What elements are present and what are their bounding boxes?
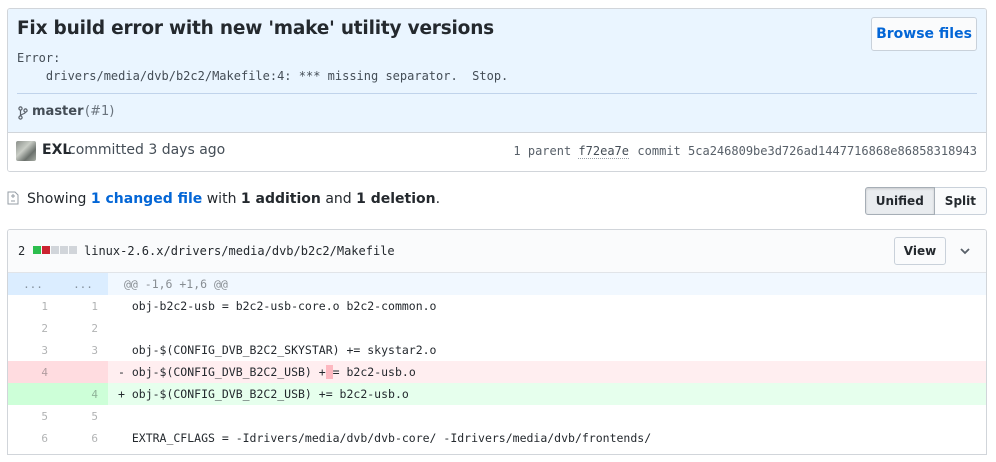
summary-and: and <box>325 191 352 207</box>
diffstat-block <box>69 246 77 254</box>
old-line-number[interactable]: 2 <box>8 317 58 339</box>
new-line-number <box>58 361 108 383</box>
diff-line: 6 6 EXTRA_CFLAGS = -Idrivers/media/dvb/d… <box>8 427 986 449</box>
code-segment: = b2c2-usb.o <box>332 365 416 379</box>
line-code <box>108 317 986 339</box>
line-code: obj-b2c2-usb = b2c2-usb-core.o b2c2-comm… <box>118 299 437 313</box>
diff-line: 3 3 obj-$(CONFIG_DVB_B2C2_SKYSTAR) += sk… <box>8 339 986 361</box>
chevron-down-icon[interactable] <box>956 242 974 260</box>
diffstat-block <box>33 246 41 254</box>
summary-showing: Showing <box>27 191 87 207</box>
changed-files-link[interactable]: 1 changed file <box>91 191 202 207</box>
old-line-number[interactable]: 5 <box>8 405 58 427</box>
diff-view-toggle: Unified Split <box>864 187 987 215</box>
line-code: obj-$(CONFIG_DVB_B2C2_SKYSTAR) += skysta… <box>118 343 437 357</box>
parent-info: 1 parent f72ea7e <box>513 144 629 159</box>
diff-table: ... ... @@ -1,6 +1,6 @@ 1 1 obj-b2c2-usb… <box>8 273 986 449</box>
commit-date: committed 3 days ago <box>68 142 226 158</box>
commit-sha-value: 5ca246809be3d726ad1447716868e86858318943 <box>688 144 977 158</box>
old-line-number <box>8 383 58 405</box>
additions-count: 1 addition <box>240 191 321 207</box>
new-line-number[interactable]: 2 <box>58 317 108 339</box>
file-diff-icon <box>7 191 19 205</box>
summary-text: Showing 1 changed file with 1 addition a… <box>27 191 440 207</box>
diffstat-block <box>42 246 50 254</box>
hunk-header: @@ -1,6 +1,6 @@ <box>108 273 986 295</box>
line-code: - obj-$(CONFIG_DVB_B2C2_USB) + = b2c2-us… <box>108 361 986 383</box>
split-view-button[interactable]: Split <box>934 187 987 215</box>
parent-label: 1 parent <box>513 144 572 158</box>
new-line-number[interactable]: 3 <box>58 339 108 361</box>
commit-label: commit <box>637 144 681 158</box>
line-code <box>108 405 986 427</box>
file-path[interactable]: linux-2.6.x/drivers/media/dvb/b2c2/Makef… <box>84 244 395 258</box>
old-line-number[interactable]: 3 <box>8 339 58 361</box>
diff-line: 2 2 <box>8 317 986 339</box>
branch-row: master (#1) <box>17 93 977 133</box>
new-line-number[interactable]: 4 <box>58 383 108 405</box>
commit-header: Fix build error with new 'make' utility … <box>7 8 987 172</box>
browse-files-button[interactable]: Browse files <box>871 17 977 51</box>
commit-description: Error: drivers/media/dvb/b2c2/Makefile:4… <box>17 51 509 83</box>
diffstat-bar <box>33 246 77 254</box>
hunk-header-row: ... ... @@ -1,6 +1,6 @@ <box>8 273 986 295</box>
commit-sha: commit 5ca246809be3d726ad1447716868e8685… <box>637 144 977 158</box>
line-code: EXTRA_CFLAGS = -Idrivers/media/dvb/dvb-c… <box>118 431 652 445</box>
pull-request-link[interactable]: (#1) <box>85 104 114 119</box>
new-line-number[interactable]: 1 <box>58 295 108 317</box>
branch-link[interactable]: master <box>32 104 84 119</box>
new-line-number[interactable]: 6 <box>58 427 108 449</box>
new-line-number[interactable]: 5 <box>58 405 108 427</box>
diff-summary: Showing 1 changed file with 1 addition a… <box>7 187 987 215</box>
commit-meta: EXL committed 3 days ago 1 parent f72ea7… <box>8 133 986 171</box>
view-file-button[interactable]: View <box>894 237 946 265</box>
expand-down-button[interactable]: ... <box>58 273 108 295</box>
commit-title: Fix build error with new 'make' utility … <box>17 18 494 39</box>
avatar[interactable] <box>16 141 36 161</box>
diffstat-block <box>51 246 59 254</box>
git-branch-icon <box>18 106 28 120</box>
parent-sha-link[interactable]: f72ea7e <box>578 144 629 159</box>
summary-with: with <box>206 191 237 207</box>
added-line: 4 + obj-$(CONFIG_DVB_B2C2_USB) += b2c2-u… <box>8 383 986 405</box>
diffstat-block <box>60 246 68 254</box>
commit-summary-panel: Fix build error with new 'make' utility … <box>8 9 986 133</box>
summary-period: . <box>435 191 441 207</box>
unified-view-button[interactable]: Unified <box>864 187 935 215</box>
expand-up-button[interactable]: ... <box>8 273 58 295</box>
line-code: + obj-$(CONFIG_DVB_B2C2_USB) += b2c2-usb… <box>108 383 986 405</box>
old-line-number[interactable]: 6 <box>8 427 58 449</box>
deletions-count: 1 deletion <box>356 191 436 207</box>
file-header: 2 linux-2.6.x/drivers/media/dvb/b2c2/Mak… <box>8 230 986 273</box>
diff-line: 5 5 <box>8 405 986 427</box>
diff-line: 1 1 obj-b2c2-usb = b2c2-usb-core.o b2c2-… <box>8 295 986 317</box>
author-link[interactable]: EXL <box>42 142 71 158</box>
code-segment: - obj-$(CONFIG_DVB_B2C2_USB) + <box>118 365 326 379</box>
deleted-char-highlight <box>325 365 333 379</box>
deleted-line: 4 - obj-$(CONFIG_DVB_B2C2_USB) + = b2c2-… <box>8 361 986 383</box>
file-diff: 2 linux-2.6.x/drivers/media/dvb/b2c2/Mak… <box>7 229 987 455</box>
change-count: 2 <box>18 244 26 258</box>
old-line-number[interactable]: 4 <box>8 361 58 383</box>
old-line-number[interactable]: 1 <box>8 295 58 317</box>
